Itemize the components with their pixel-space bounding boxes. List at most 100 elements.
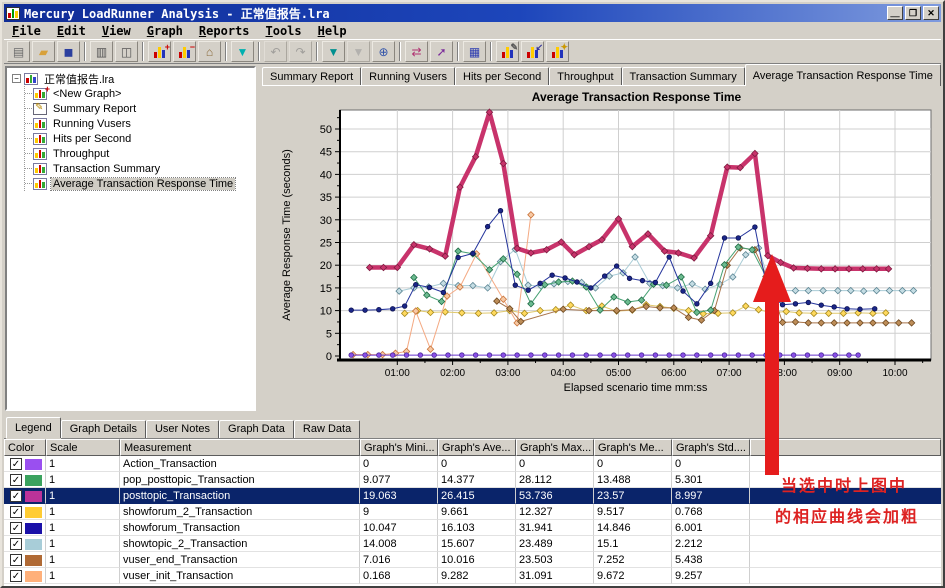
tab-summary-report[interactable]: Summary Report: [262, 67, 361, 86]
tab-graph-details[interactable]: Graph Details: [61, 420, 146, 438]
manage-graphs-button[interactable]: ⌂: [198, 41, 221, 62]
measurement-checkbox[interactable]: ✓: [10, 522, 22, 534]
delete-graph-button[interactable]: −: [173, 41, 196, 62]
table-row-showtopic-2-transaction[interactable]: ✓1showtopic_2_Transaction14.00815.60723.…: [4, 536, 941, 552]
manage-graphs-icon: ⌂: [206, 46, 213, 58]
scale-cell: 1: [46, 488, 120, 504]
toolbar-separator: [142, 42, 144, 61]
scale-cell: 1: [46, 552, 120, 568]
new-session-button[interactable]: ▤: [7, 41, 30, 62]
tree-item-new-graph[interactable]: +<New Graph>: [25, 86, 254, 101]
avg-cell: 10.016: [438, 552, 516, 568]
tree-item-hits-per-second[interactable]: Hits per Second: [25, 131, 254, 146]
menu-edit[interactable]: Edit: [49, 23, 94, 39]
toolbar-separator: [399, 42, 401, 61]
redo-button[interactable]: ↷: [289, 41, 312, 62]
maximize-button[interactable]: ❐: [905, 6, 921, 20]
menu-view[interactable]: View: [94, 23, 139, 39]
column-header-graph-s-std[interactable]: Graph's Std....: [672, 439, 750, 456]
minimize-button[interactable]: ＿: [887, 6, 903, 20]
measurement-checkbox[interactable]: ✓: [10, 506, 22, 518]
enlarge-graph-icon: ⊕: [378, 46, 388, 58]
measurement-checkbox[interactable]: ✓: [10, 570, 22, 582]
tree-collapse-icon[interactable]: −: [12, 74, 21, 83]
import-graph-data-button[interactable]: ↙: [521, 41, 544, 62]
tree-item-average-transaction-response-time[interactable]: Average Transaction Response Time: [25, 176, 254, 191]
table-row-vuser-end-transaction[interactable]: ✓1vuser_end_Transaction7.01610.01623.503…: [4, 552, 941, 568]
save-icon: ◼: [64, 46, 74, 58]
tree-item-transaction-summary[interactable]: Transaction Summary: [25, 161, 254, 176]
print-preview-button[interactable]: ◫: [115, 41, 138, 62]
toolbar-separator: [457, 42, 459, 61]
tab-raw-data[interactable]: Raw Data: [294, 420, 360, 438]
annotate-graph-icon: ✎: [502, 46, 513, 58]
max-cell: 23.489: [516, 536, 594, 552]
new-cross-result-button[interactable]: ✦: [546, 41, 569, 62]
view-summary-report-button[interactable]: ▦: [463, 41, 486, 62]
menu-file[interactable]: File: [4, 23, 49, 39]
menu-reports[interactable]: Reports: [191, 23, 258, 39]
enlarge-graph-button[interactable]: ⊕: [372, 41, 395, 62]
column-header-graph-s-ave[interactable]: Graph's Ave...: [438, 439, 516, 456]
drill-down-button[interactable]: ➚: [430, 41, 453, 62]
tab-transaction-summary[interactable]: Transaction Summary: [622, 67, 745, 86]
column-header-scale[interactable]: Scale: [46, 439, 120, 456]
delete-graph-icon: −: [179, 46, 190, 58]
max-cell: 28.112: [516, 472, 594, 488]
close-button[interactable]: ✕: [923, 6, 939, 20]
menu-tools[interactable]: Tools: [258, 23, 310, 39]
column-header-graph-s-me[interactable]: Graph's Me...: [594, 439, 672, 456]
tab-user-notes[interactable]: User Notes: [146, 420, 219, 438]
measurement-checkbox[interactable]: ✓: [10, 474, 22, 486]
toolbar-separator: [258, 42, 260, 61]
tab-running-vusers[interactable]: Running Vusers: [361, 67, 455, 86]
measurement-checkbox[interactable]: ✓: [10, 458, 22, 470]
menu-graph[interactable]: Graph: [139, 23, 191, 39]
open-file-button[interactable]: ▰: [32, 41, 55, 62]
tree-item-label: Throughput: [51, 148, 111, 160]
tree-item-summary-report[interactable]: Summary Report: [25, 101, 254, 116]
measurement-checkbox[interactable]: ✓: [10, 538, 22, 550]
add-new-graph-button[interactable]: +: [148, 41, 171, 62]
svg-text:06:00: 06:00: [661, 368, 686, 379]
column-header-color[interactable]: Color: [4, 439, 46, 456]
menu-help[interactable]: Help: [310, 23, 355, 39]
scale-cell: 1: [46, 456, 120, 472]
column-header-graph-s-mini[interactable]: Graph's Mini...: [360, 439, 438, 456]
red-arrow-icon: [753, 254, 791, 302]
median-cell: 23.57: [594, 488, 672, 504]
tree-item-running-vusers[interactable]: Running Vusers: [25, 116, 254, 131]
tab-graph-data[interactable]: Graph Data: [219, 420, 294, 438]
undo-button[interactable]: ↶: [264, 41, 287, 62]
tab-legend[interactable]: Legend: [6, 417, 61, 438]
median-cell: 7.252: [594, 552, 672, 568]
column-header-measurement[interactable]: Measurement: [120, 439, 360, 456]
measurement-cell: pop_posttopic_Transaction: [120, 472, 360, 488]
merge-graphs-button[interactable]: ⇄: [405, 41, 428, 62]
tab-throughput[interactable]: Throughput: [549, 67, 621, 86]
annotate-graph-button[interactable]: ✎: [496, 41, 519, 62]
color-swatch: [25, 507, 42, 518]
response-time-chart[interactable]: 0510152025303540455001:0002:0003:0004:00…: [260, 86, 945, 416]
tab-average-transaction-response-time[interactable]: Average Transaction Response Time: [745, 64, 941, 86]
measurement-checkbox[interactable]: ✓: [10, 490, 22, 502]
bars-icon: [33, 163, 47, 175]
print-button[interactable]: ▥: [90, 41, 113, 62]
set-filter-button[interactable]: ▼: [322, 41, 345, 62]
print-icon: ▥: [96, 46, 107, 58]
set-global-filter-button[interactable]: ▼: [231, 41, 254, 62]
tree-item-throughput[interactable]: Throughput: [25, 146, 254, 161]
redo-icon: ↷: [295, 46, 305, 58]
measurement-checkbox[interactable]: ✓: [10, 554, 22, 566]
measurement-cell: showtopic_2_Transaction: [120, 536, 360, 552]
std-cell: 9.257: [672, 568, 750, 584]
tab-hits-per-second[interactable]: Hits per Second: [455, 67, 549, 86]
clear-filter-button[interactable]: ▼: [347, 41, 370, 62]
color-cell: ✓: [4, 520, 46, 536]
set-filter-icon: ▼: [328, 46, 340, 58]
color-swatch: [25, 555, 42, 566]
column-header-graph-s-max[interactable]: Graph's Max...: [516, 439, 594, 456]
table-row-action-transaction[interactable]: ✓1Action_Transaction00000: [4, 456, 941, 472]
table-row-vuser-init-transaction[interactable]: ✓1vuser_init_Transaction0.1689.28231.091…: [4, 568, 941, 584]
save-button[interactable]: ◼: [57, 41, 80, 62]
